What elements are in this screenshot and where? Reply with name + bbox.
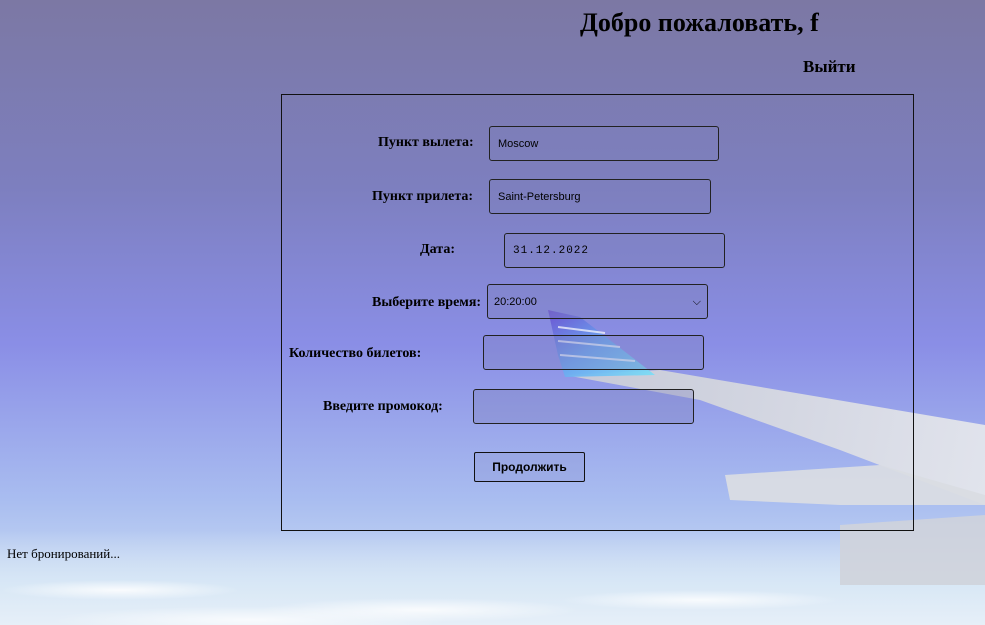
time-select[interactable]: 20:20:00 ⌵: [487, 284, 708, 319]
departure-label: Пункт вылета:: [378, 135, 474, 150]
time-select-value: 20:20:00: [494, 295, 537, 308]
promo-input[interactable]: [473, 389, 694, 424]
no-bookings-text: Нет бронирований...: [7, 546, 120, 561]
tickets-label: Количество билетов:: [289, 346, 422, 361]
continue-button[interactable]: Продолжить: [474, 452, 585, 482]
promo-label: Введите промокод:: [323, 399, 443, 414]
departure-input[interactable]: Moscow: [489, 126, 719, 161]
arrival-input[interactable]: Saint-Petersburg: [489, 179, 711, 214]
tickets-input[interactable]: [483, 335, 704, 370]
date-label: Дата:: [420, 242, 455, 257]
arrival-label: Пункт прилета:: [372, 189, 474, 204]
chevron-down-icon: ⌵: [692, 294, 701, 308]
welcome-heading: Добро пожаловать, f: [580, 8, 819, 37]
time-label: Выберите время:: [372, 295, 482, 310]
date-input[interactable]: 31.12.2022: [504, 233, 725, 268]
logout-link[interactable]: Выйти: [803, 57, 856, 77]
